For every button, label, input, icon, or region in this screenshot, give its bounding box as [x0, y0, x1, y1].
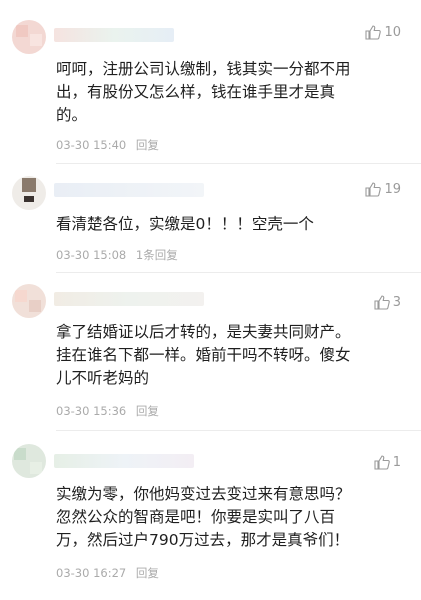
thumbs-up-icon [374, 455, 390, 470]
comment-meta: 03-30 15:08 1条回复 [56, 247, 184, 263]
comment-text: 呵呵，注册公司认缴制，钱其实一分都不用 出，有股份又怎么样，钱在谁手里才是真 的… [56, 60, 351, 124]
like-button[interactable]: 1 [374, 455, 401, 470]
comment-text: 实缴为零，你他妈变过去变过来有意思吗？ 忽然公众的智商是吧！你要是实叫了八百 万… [56, 485, 351, 549]
username-blurred[interactable] [54, 292, 204, 306]
like-count: 19 [384, 182, 401, 197]
reply-link[interactable]: 1条回复 [136, 248, 178, 262]
comment-time: 03-30 16:27 [56, 566, 127, 580]
like-button[interactable]: 10 [365, 25, 401, 40]
comment-meta: 03-30 15:36 回复 [56, 403, 165, 419]
like-button[interactable]: 19 [365, 182, 401, 197]
username-blurred[interactable] [54, 183, 204, 197]
avatar[interactable] [12, 20, 46, 54]
thumbs-up-icon [365, 25, 382, 40]
avatar[interactable] [12, 284, 46, 318]
thumbs-up-icon [374, 295, 390, 310]
reply-link[interactable]: 回复 [136, 138, 159, 152]
divider [56, 430, 421, 431]
comment-text: 拿了结婚证以后才转的，是夫妻共同财产。 挂在谁名下都一样。婚前干吗不转呀。傻女 … [56, 323, 351, 387]
like-count: 10 [384, 25, 401, 40]
comment-meta: 03-30 15:40 回复 [56, 137, 165, 153]
divider [56, 163, 421, 164]
like-button[interactable]: 3 [374, 295, 401, 310]
comment-meta: 03-30 16:27 回复 [56, 565, 165, 581]
reply-link[interactable]: 回复 [136, 404, 159, 418]
avatar[interactable] [12, 444, 46, 478]
like-count: 1 [392, 455, 401, 470]
thumbs-up-icon [365, 182, 382, 197]
comment-time: 03-30 15:36 [56, 404, 127, 418]
like-count: 3 [392, 295, 401, 310]
comment-time: 03-30 15:40 [56, 138, 127, 152]
divider [56, 272, 421, 273]
username-blurred[interactable] [54, 454, 194, 468]
comment-time: 03-30 15:08 [56, 248, 127, 262]
reply-link[interactable]: 回复 [136, 566, 159, 580]
comment-text: 看清楚各位，实缴是0！！！空壳一个 [56, 215, 314, 233]
avatar[interactable] [12, 176, 46, 210]
username-blurred[interactable] [54, 28, 174, 42]
